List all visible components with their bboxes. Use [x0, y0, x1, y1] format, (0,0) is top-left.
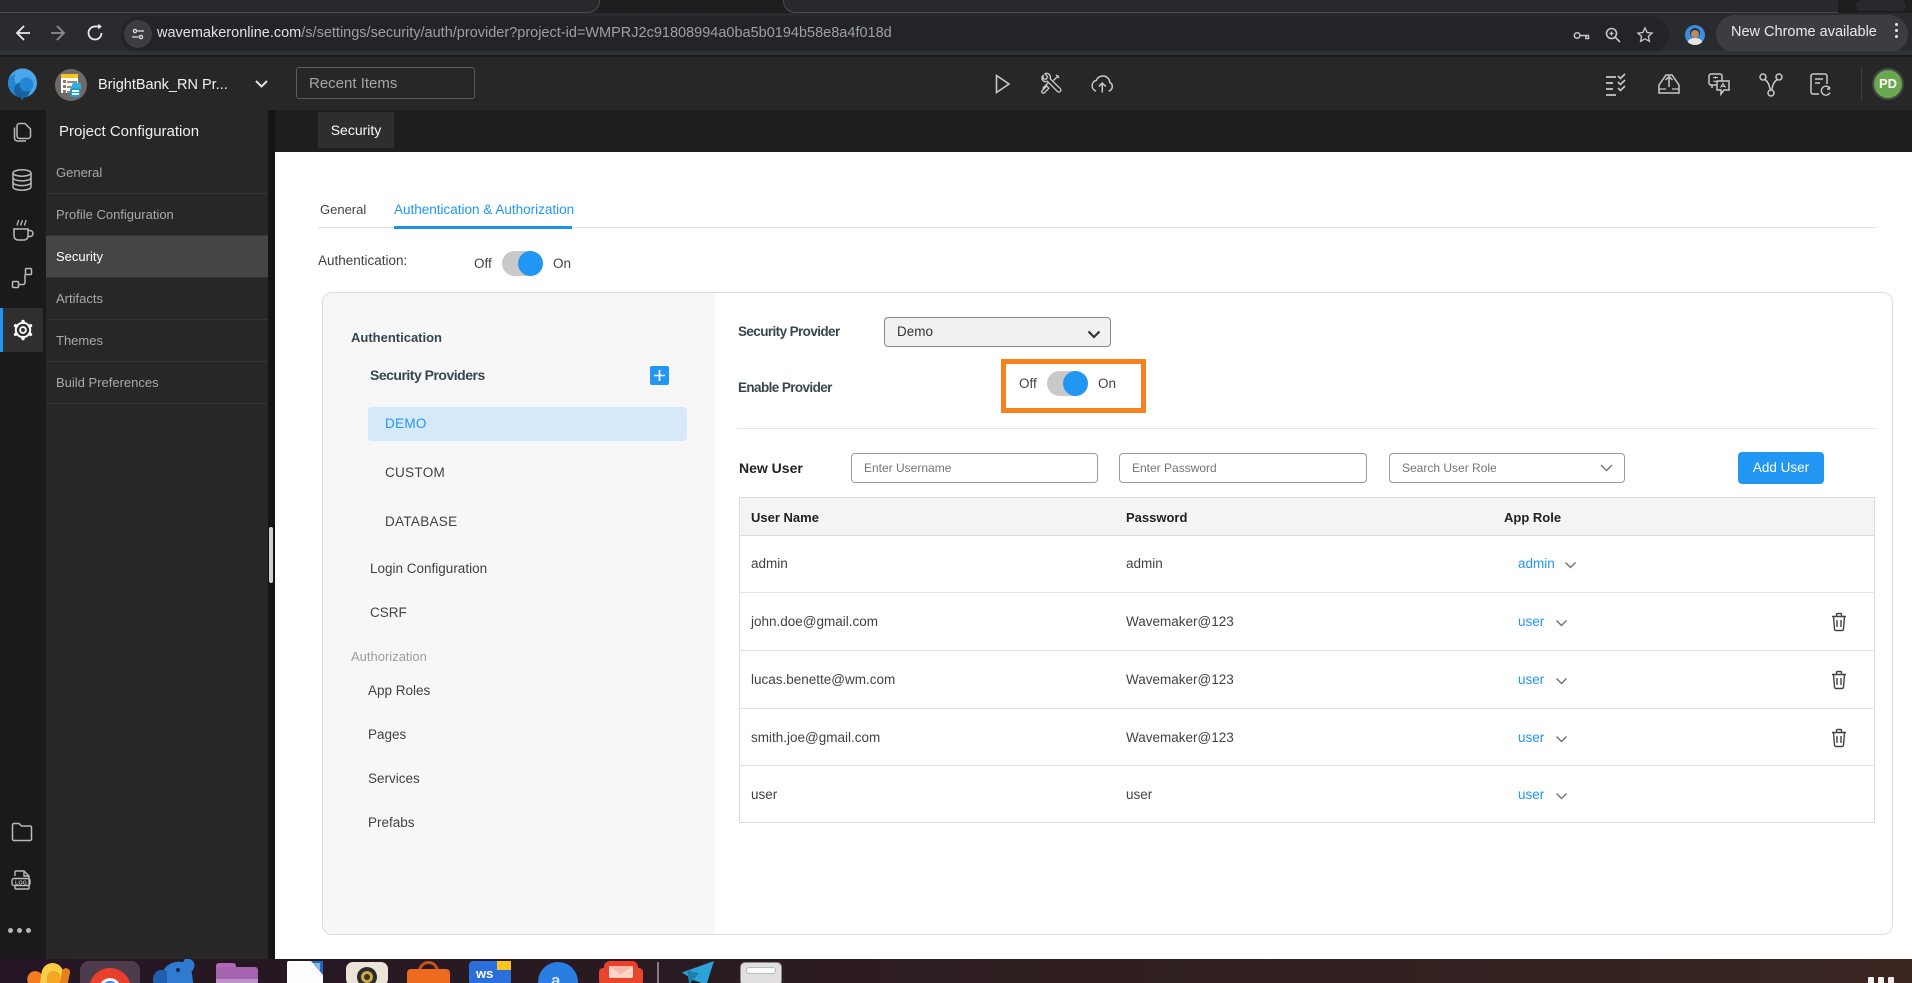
svg-text:LOG: LOG: [15, 880, 27, 886]
